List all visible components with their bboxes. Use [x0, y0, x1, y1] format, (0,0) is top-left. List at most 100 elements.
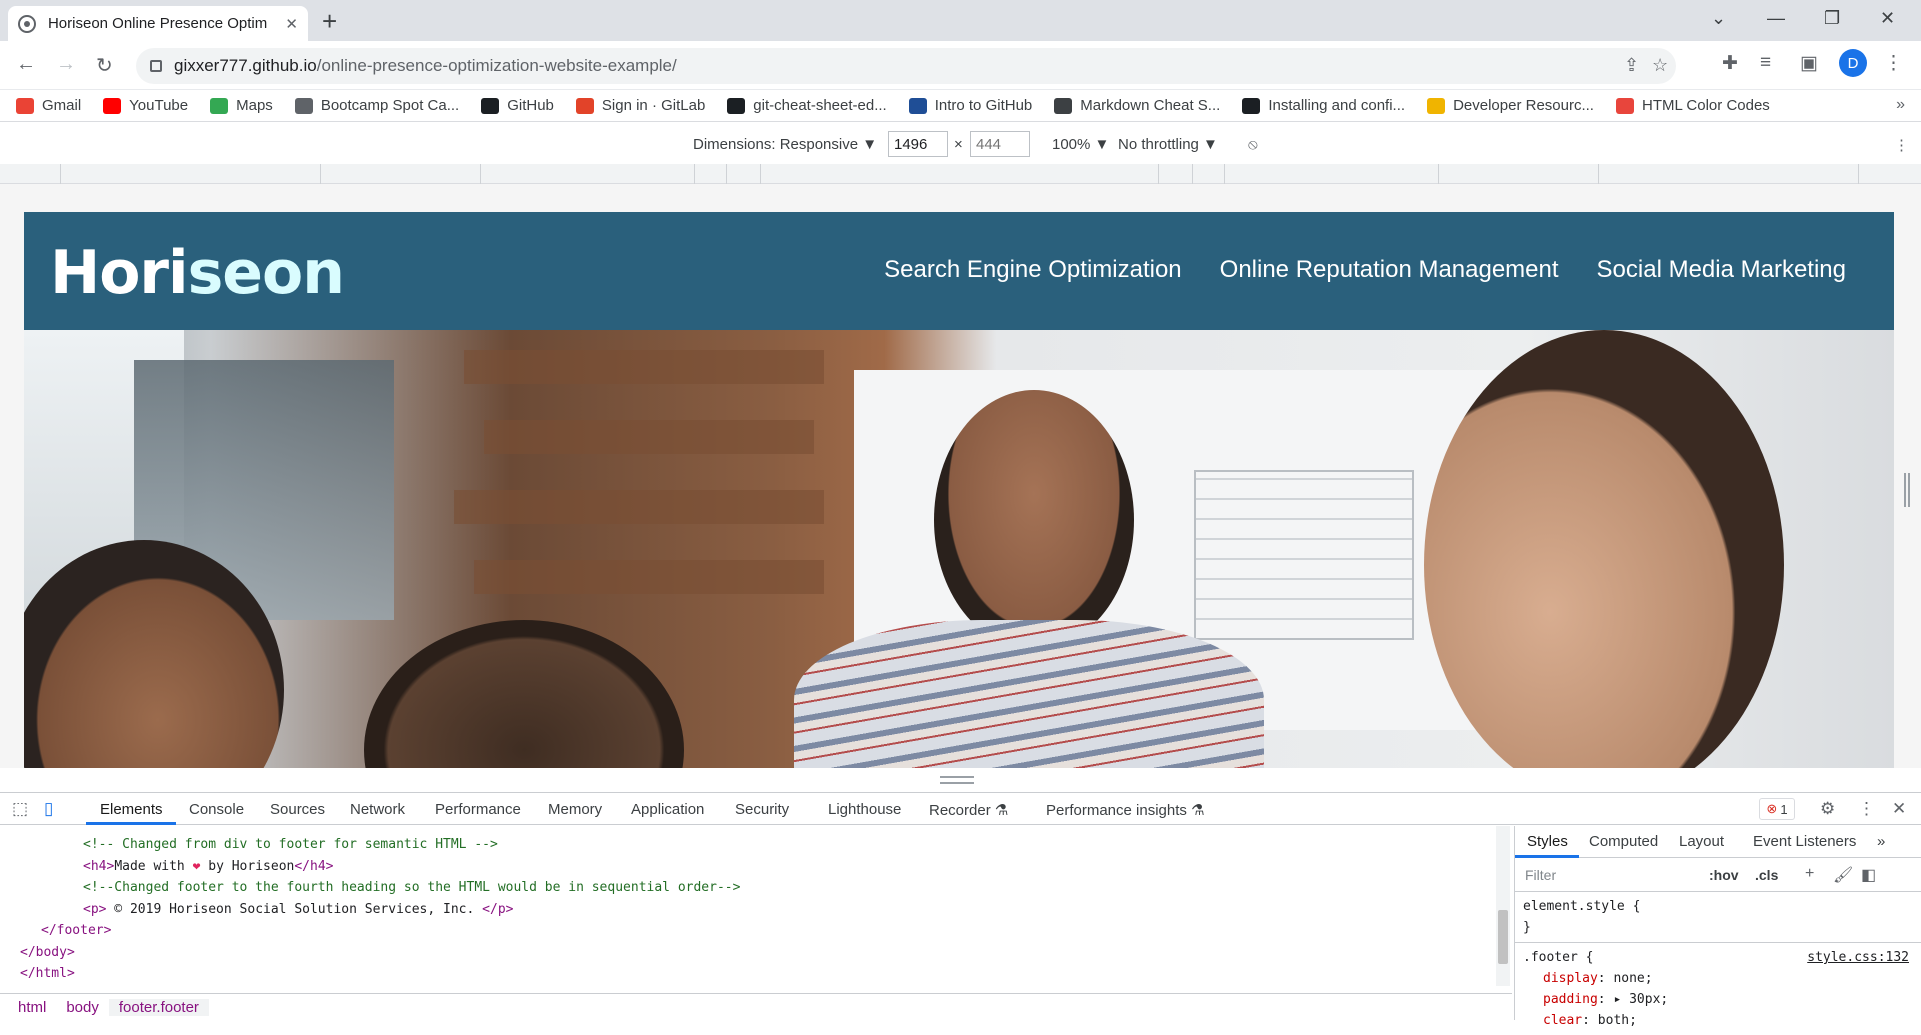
devtools-menu-icon[interactable]: ⋮	[1858, 799, 1875, 819]
media-icon[interactable]: ≡	[1760, 52, 1771, 74]
zoom-select[interactable]: 100% ▼	[1052, 136, 1109, 153]
nav-link-seo[interactable]: Search Engine Optimization	[884, 256, 1182, 284]
dimensions-select[interactable]: Dimensions: Responsive ▼	[693, 136, 877, 153]
minimize-button[interactable]: —	[1767, 8, 1785, 29]
dom-tree-scrollbar[interactable]	[1496, 826, 1510, 986]
cls-toggle[interactable]: .cls	[1755, 867, 1778, 883]
dom-node-line[interactable]: </footer>	[0, 920, 1496, 942]
devtools-tab-console[interactable]: Console	[189, 801, 244, 818]
hov-toggle[interactable]: :hov	[1709, 867, 1739, 883]
close-icon[interactable]: ✕	[285, 15, 298, 33]
style-source-link[interactable]: style.css:132	[1807, 947, 1909, 968]
css-declaration[interactable]: padding: ▸ 30px;	[1523, 989, 1913, 1010]
error-icon: ⊗	[1766, 801, 1778, 816]
url-text[interactable]: gixxer777.github.io/online-presence-opti…	[174, 56, 677, 76]
rotate-icon[interactable]: ⦸	[1248, 136, 1258, 153]
tab-computed[interactable]: Computed	[1589, 833, 1658, 850]
nav-link-social-media[interactable]: Social Media Marketing	[1597, 256, 1846, 284]
devtools-tab-network[interactable]: Network	[350, 801, 405, 818]
omnibox[interactable]: gixxer777.github.io/online-presence-opti…	[136, 48, 1676, 84]
breadcrumb-html[interactable]: html	[8, 999, 56, 1016]
chevron-down-icon[interactable]: ⌄	[1711, 8, 1726, 29]
devtools-tab-security[interactable]: Security	[735, 801, 789, 818]
bookmark-label: Gmail	[42, 97, 82, 114]
bookmark-item[interactable]: Sign in · GitLab	[575, 97, 705, 114]
restore-button[interactable]: ❐	[1824, 8, 1840, 29]
devtools-tab-performance-insights[interactable]: Performance insights ⚗	[1046, 801, 1205, 819]
css-declaration[interactable]: clear: both;	[1523, 1010, 1913, 1031]
responsive-viewport: Horiseon Search Engine Optimization Onli…	[0, 184, 1921, 768]
bookmark-item[interactable]: Installing and confi...	[1242, 97, 1405, 114]
breadcrumb-footer[interactable]: footer.footer	[108, 998, 209, 1016]
star-icon[interactable]: ☆	[1652, 55, 1668, 76]
height-input[interactable]	[970, 131, 1030, 157]
site-nav: Search Engine Optimization Online Reputa…	[884, 256, 1846, 284]
bookmark-item[interactable]: Developer Resourc...	[1427, 97, 1594, 114]
dom-node-line[interactable]: </html>	[0, 963, 1496, 985]
kebab-menu-icon[interactable]: ⋮	[1884, 52, 1903, 75]
add-rule-icon[interactable]: +	[1805, 865, 1814, 883]
bookmark-label: YouTube	[129, 97, 189, 114]
window-close-button[interactable]: ✕	[1880, 8, 1895, 29]
bookmark-item[interactable]: HTML Color Codes	[1615, 97, 1770, 114]
new-tab-button[interactable]: +	[322, 6, 337, 37]
devtools-tab-application[interactable]: Application	[631, 801, 704, 818]
device-menu-icon[interactable]: ⋮	[1894, 136, 1909, 154]
element-style-selector[interactable]: element.style {	[1523, 896, 1913, 917]
nav-link-reputation[interactable]: Online Reputation Management	[1220, 256, 1559, 284]
forward-icon[interactable]: →	[56, 53, 76, 76]
devtools-close-icon[interactable]: ✕	[1892, 799, 1906, 819]
devtools-tab-lighthouse[interactable]: Lighthouse	[828, 801, 901, 818]
footer-rule-selector[interactable]: .footer {style.css:132	[1523, 947, 1913, 968]
tab-layout[interactable]: Layout	[1679, 833, 1724, 850]
dom-node-line[interactable]: <!-- Changed from div to footer for sema…	[0, 834, 1496, 856]
devtools-tab-memory[interactable]: Memory	[548, 801, 602, 818]
browser-tab[interactable]: Horiseon Online Presence Optim ✕	[8, 6, 308, 41]
media-query-ruler[interactable]	[0, 164, 1921, 184]
avatar[interactable]: D	[1839, 49, 1867, 77]
viewport-bottom-resize-handle[interactable]	[940, 776, 974, 784]
settings-icon[interactable]: ⚙	[1820, 799, 1835, 819]
back-icon[interactable]: ←	[16, 53, 36, 76]
bookmark-item[interactable]: Maps	[210, 97, 273, 114]
extensions-icon[interactable]: ✚	[1722, 52, 1738, 75]
paint-icon[interactable]: 🖌	[1833, 865, 1853, 885]
bookmark-item[interactable]: git-cheat-sheet-ed...	[727, 97, 887, 114]
side-panel-icon[interactable]: ▣	[1800, 52, 1818, 75]
site-logo[interactable]: Horiseon	[50, 238, 345, 308]
viewport-resize-handle[interactable]	[1904, 473, 1910, 507]
share-icon[interactable]: ⇪	[1624, 55, 1639, 76]
device-toggle-icon[interactable]: ▯	[44, 799, 53, 819]
devtools-tab-elements[interactable]: Elements	[100, 801, 163, 818]
more-tabs-icon[interactable]: »	[1877, 833, 1885, 850]
dom-node-line[interactable]: <p> © 2019 Horiseon Social Solution Serv…	[0, 899, 1496, 921]
dom-node-line[interactable]: </body>	[0, 942, 1496, 964]
dom-node-line[interactable]: <h4>Made with ❤ by Horiseon</h4>	[0, 856, 1496, 878]
inspect-icon[interactable]: ⬚	[12, 799, 28, 819]
bookmark-item[interactable]: Markdown Cheat S...	[1054, 97, 1220, 114]
address-toolbar: ← → ↻ gixxer777.github.io/online-presenc…	[0, 41, 1921, 90]
breadcrumb-body[interactable]: body	[56, 999, 109, 1016]
bookmark-item[interactable]: GitHub	[481, 97, 554, 114]
chevron-right-icon[interactable]: »	[1896, 96, 1905, 114]
lock-icon[interactable]	[150, 60, 162, 72]
dom-node-line[interactable]: <!--Changed footer to the fourth heading…	[0, 877, 1496, 899]
reload-icon[interactable]: ↻	[96, 53, 113, 78]
tab-styles[interactable]: Styles	[1527, 833, 1568, 850]
styles-pane: Styles Computed Layout Event Listeners »…	[1514, 826, 1921, 1028]
sidebar-toggle-icon[interactable]: ◧	[1861, 865, 1876, 885]
bookmark-item[interactable]: Bootcamp Spot Ca...	[294, 97, 459, 114]
throttling-select[interactable]: No throttling ▼	[1118, 136, 1218, 153]
devtools-tab-performance[interactable]: Performance	[435, 801, 521, 818]
filter-input[interactable]: Filter	[1525, 867, 1556, 883]
tab-event-listeners[interactable]: Event Listeners	[1753, 833, 1856, 850]
devtools-tab-recorder[interactable]: Recorder ⚗	[929, 801, 1008, 819]
devtools-tab-sources[interactable]: Sources	[270, 801, 325, 818]
bookmark-item[interactable]: Gmail	[16, 97, 81, 114]
css-declaration[interactable]: display: none;	[1523, 968, 1913, 989]
bookmark-item[interactable]: Intro to GitHub	[908, 97, 1032, 114]
error-badge[interactable]: ⊗ 1	[1759, 798, 1795, 820]
bookmark-item[interactable]: YouTube	[103, 97, 188, 114]
width-input[interactable]	[888, 131, 948, 157]
fs-icon	[1427, 97, 1446, 114]
